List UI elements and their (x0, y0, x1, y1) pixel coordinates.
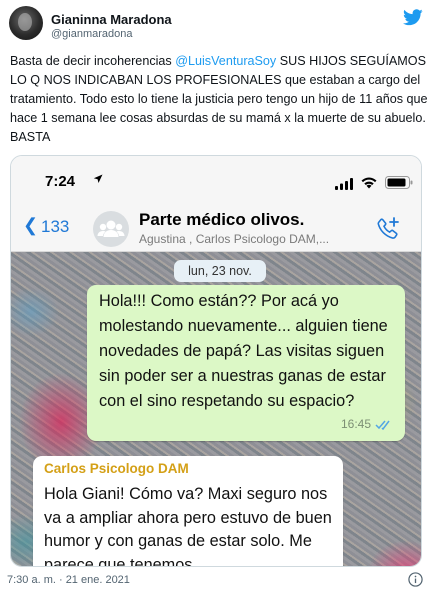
twitter-bird-icon[interactable] (403, 9, 423, 26)
tweet-text: Basta de decir incoherencias @LuisVentur… (10, 52, 430, 147)
tweet-text-start: Basta de decir incoherencias (10, 54, 176, 68)
location-arrow-icon (93, 174, 103, 183)
cellular-signal-icon (335, 178, 353, 190)
info-icon[interactable] (408, 572, 423, 587)
outgoing-message[interactable]: Hola!!! Como están?? Por acá yo molestan… (87, 285, 405, 441)
date-separator: lun, 23 nov. (174, 260, 266, 282)
outgoing-message-text: Hola!!! Como están?? Por acá yo molestan… (99, 292, 388, 410)
back-chevron-icon[interactable]: ❮ (23, 215, 38, 236)
wifi-icon (361, 177, 377, 189)
author-handle[interactable]: @gianmaradona (51, 28, 133, 40)
incoming-message-text: Hola Giani! Cómo va? Maxi seguro nos va … (44, 485, 332, 567)
attached-image[interactable]: 7:24 ❮ 133 Parte médico olivos. Agustina… (10, 155, 422, 567)
add-call-icon[interactable] (375, 216, 401, 242)
avatar[interactable] (9, 6, 43, 40)
incoming-message[interactable]: Carlos Psicologo DAM Hola Giani! Cómo va… (33, 456, 343, 567)
group-icon (97, 220, 125, 237)
read-receipt-icon (375, 420, 390, 430)
phone-status-bar: 7:24 (11, 156, 421, 206)
message-sender: Carlos Psicologo DAM (44, 461, 189, 476)
status-time: 7:24 (45, 173, 76, 190)
tweet-header: Gianinna Maradona @gianmaradona (0, 0, 433, 44)
tweet-timestamp[interactable]: 7:30 a. m. · 21 ene. 2021 (7, 574, 130, 586)
mention-link[interactable]: @LuisVenturaSoy (175, 54, 276, 68)
chat-header: ❮ 133 Parte médico olivos. Agustina , Ca… (11, 206, 421, 252)
author-name[interactable]: Gianinna Maradona (51, 12, 172, 27)
message-time: 16:45 (340, 417, 371, 431)
battery-icon (385, 176, 413, 189)
back-unread-count[interactable]: 133 (41, 217, 69, 237)
group-members[interactable]: Agustina , Carlos Psicologo DAM,... (139, 232, 329, 246)
group-name[interactable]: Parte médico olivos. (139, 210, 304, 230)
group-avatar[interactable] (93, 211, 129, 247)
